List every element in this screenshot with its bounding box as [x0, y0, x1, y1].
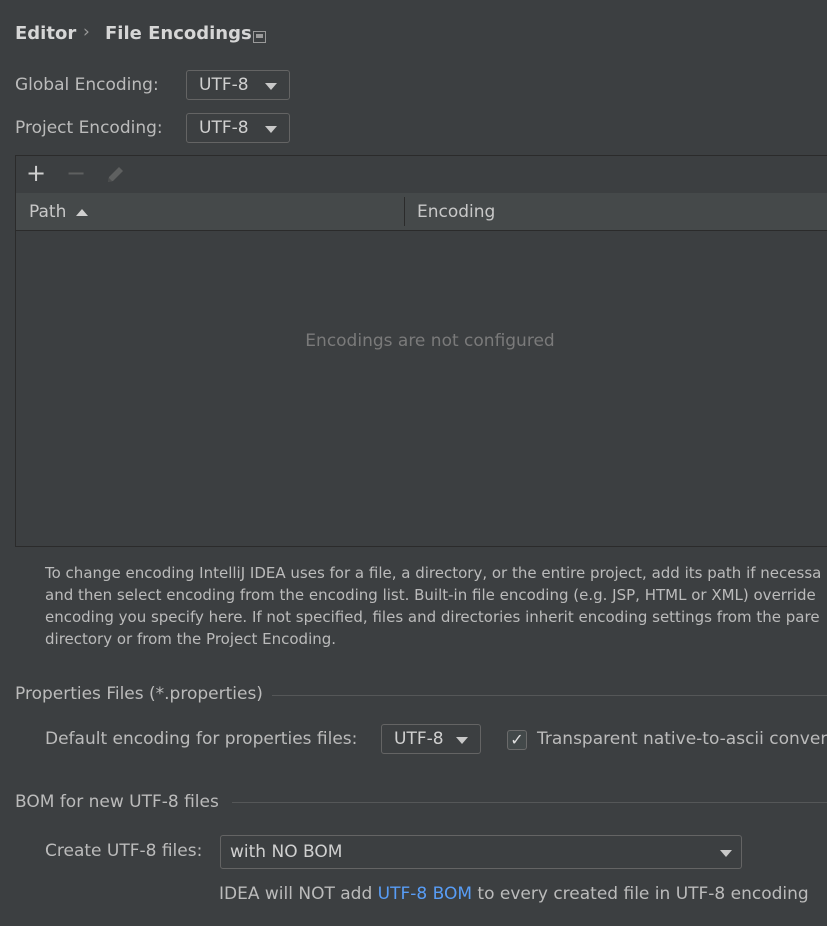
global-encoding-value: UTF-8 — [199, 75, 249, 95]
table-header: Path Encoding — [16, 193, 827, 231]
properties-encoding-value: UTF-8 — [394, 729, 444, 749]
column-path-label: Path — [29, 201, 67, 222]
bom-note: IDEA will NOT add UTF-8 BOM to every cre… — [219, 884, 809, 904]
help-line: To change encoding IntelliJ IDEA uses fo… — [45, 564, 822, 582]
pencil-icon — [108, 167, 123, 182]
sort-ascending-icon — [76, 208, 89, 216]
global-encoding-label: Global Encoding: — [15, 75, 159, 95]
project-encoding-value: UTF-8 — [199, 118, 249, 138]
help-line: directory or from the Project Encoding. — [45, 630, 337, 648]
utf8-bom-link[interactable]: UTF-8 BOM — [378, 884, 472, 904]
bom-note-prefix: IDEA will NOT add — [219, 884, 378, 904]
help-text: To change encoding IntelliJ IDEA uses fo… — [45, 562, 827, 650]
project-encoding-select[interactable]: UTF-8 — [186, 113, 290, 143]
bom-section-title: BOM for new UTF-8 files — [15, 792, 219, 812]
page-title: File Encodings — [105, 23, 252, 44]
encoding-mappings-table: + − Path Encoding Encodings are not conf… — [15, 155, 827, 547]
project-encoding-label: Project Encoding: — [15, 118, 163, 138]
chevron-down-icon — [265, 83, 277, 90]
help-line: encoding you specify here. If not specif… — [45, 608, 820, 626]
breadcrumb-editor[interactable]: Editor — [15, 23, 76, 44]
create-utf8-label: Create UTF-8 files: — [45, 841, 203, 861]
properties-section-title: Properties Files (*.properties) — [15, 684, 263, 704]
properties-encoding-select[interactable]: UTF-8 — [381, 724, 481, 754]
default-properties-encoding-label: Default encoding for properties files: — [45, 729, 358, 749]
section-divider — [272, 695, 827, 696]
section-divider — [232, 802, 827, 803]
pin-icon[interactable] — [253, 28, 266, 48]
chevron-down-icon — [456, 737, 468, 744]
table-toolbar: + − — [16, 156, 827, 194]
help-line: and then select encoding from the encodi… — [45, 586, 816, 604]
breadcrumb-separator: › — [83, 22, 90, 42]
bom-note-suffix: to every created file in UTF-8 encoding — [472, 884, 809, 904]
create-utf8-value: with NO BOM — [230, 842, 343, 862]
native-to-ascii-checkbox[interactable]: ✓ — [507, 730, 527, 750]
column-divider[interactable] — [404, 197, 405, 226]
edit-button[interactable] — [104, 164, 126, 191]
add-button[interactable]: + — [26, 159, 46, 187]
column-encoding[interactable]: Encoding — [417, 193, 495, 230]
create-utf8-select[interactable]: with NO BOM — [220, 835, 742, 869]
chevron-down-icon — [265, 126, 277, 133]
chevron-down-icon — [720, 850, 732, 857]
column-path[interactable]: Path — [29, 193, 89, 230]
global-encoding-select[interactable]: UTF-8 — [186, 70, 290, 100]
remove-button[interactable]: − — [66, 159, 86, 187]
native-to-ascii-label[interactable]: Transparent native-to-ascii conver — [537, 729, 827, 749]
empty-table-text: Encodings are not configured — [305, 331, 555, 351]
column-encoding-label: Encoding — [417, 201, 496, 222]
